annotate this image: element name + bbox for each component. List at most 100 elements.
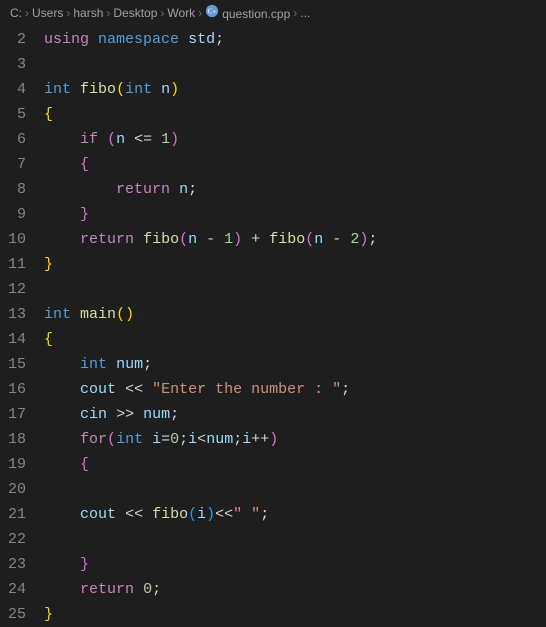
line-number-gutter: 2345678910111213141516171819202122232425 [0, 25, 44, 627]
token [44, 581, 80, 598]
line-number: 6 [8, 127, 26, 152]
token: "Enter the number : " [152, 381, 341, 398]
token [143, 506, 152, 523]
token [89, 31, 98, 48]
breadcrumb-item[interactable]: Desktop [113, 6, 157, 20]
editor-area[interactable]: 2345678910111213141516171819202122232425… [0, 25, 546, 627]
code-line[interactable]: if (n <= 1) [44, 127, 546, 152]
token: return [116, 181, 170, 198]
token: namespace [98, 31, 179, 48]
line-number: 23 [8, 552, 26, 577]
breadcrumb-item[interactable]: C: [10, 6, 22, 20]
token: ; [368, 231, 377, 248]
token: main [80, 306, 116, 323]
token: int [116, 431, 143, 448]
token [116, 381, 125, 398]
token: cin [80, 406, 107, 423]
code-line[interactable]: { [44, 327, 546, 352]
token [215, 231, 224, 248]
token: n [314, 231, 323, 248]
token: i [242, 431, 251, 448]
token: = [161, 431, 170, 448]
token: n [116, 131, 125, 148]
token: } [44, 606, 53, 623]
token: - [332, 231, 341, 248]
token: for [80, 431, 107, 448]
code-line[interactable]: for(int i=0;i<num;i++) [44, 427, 546, 452]
code-line[interactable]: return n; [44, 177, 546, 202]
code-line[interactable]: using namespace std; [44, 27, 546, 52]
code-line[interactable] [44, 477, 546, 502]
breadcrumb-item[interactable]: Users [32, 6, 63, 20]
breadcrumb-item[interactable]: harsh [73, 6, 103, 20]
breadcrumb-item[interactable]: Work [167, 6, 195, 20]
breadcrumb-label: question.cpp [222, 7, 290, 21]
token [134, 406, 143, 423]
code-line[interactable]: } [44, 552, 546, 577]
code-line[interactable]: { [44, 452, 546, 477]
token [152, 81, 161, 98]
code-line[interactable]: { [44, 152, 546, 177]
code-line[interactable]: { [44, 102, 546, 127]
token [107, 356, 116, 373]
line-number: 7 [8, 152, 26, 177]
breadcrumb-label: C: [10, 6, 22, 20]
breadcrumb-item[interactable]: C+question.cpp [205, 4, 290, 21]
token: ; [170, 406, 179, 423]
breadcrumb[interactable]: C:›Users›harsh›Desktop›Work›C+question.c… [0, 0, 546, 25]
token: num [206, 431, 233, 448]
line-number: 17 [8, 402, 26, 427]
token [134, 231, 143, 248]
token [179, 31, 188, 48]
token: return [80, 581, 134, 598]
token: ( [179, 231, 188, 248]
token: std [188, 31, 215, 48]
token: int [125, 81, 152, 98]
breadcrumb-label: Work [167, 6, 195, 20]
token: } [44, 256, 53, 273]
token [44, 506, 80, 523]
token [170, 181, 179, 198]
token [71, 81, 80, 98]
code-line[interactable]: } [44, 252, 546, 277]
breadcrumb-item[interactable]: ... [300, 6, 310, 20]
token [341, 231, 350, 248]
token: ; [341, 381, 350, 398]
token: << [125, 506, 143, 523]
token: int [44, 306, 71, 323]
code-line[interactable]: cout << "Enter the number : "; [44, 377, 546, 402]
token: { [80, 456, 89, 473]
token: i [152, 431, 161, 448]
code-line[interactable] [44, 527, 546, 552]
code-line[interactable]: } [44, 602, 546, 627]
token [44, 206, 80, 223]
token [197, 231, 206, 248]
token: { [44, 106, 53, 123]
code-line[interactable]: int main() [44, 302, 546, 327]
code-line[interactable]: } [44, 202, 546, 227]
line-number: 12 [8, 277, 26, 302]
token: 1 [161, 131, 170, 148]
code-line[interactable]: cout << fibo(i)<<" "; [44, 502, 546, 527]
code-line[interactable] [44, 277, 546, 302]
token: < [197, 431, 206, 448]
token: ( [116, 306, 125, 323]
token: - [206, 231, 215, 248]
token: " " [233, 506, 260, 523]
token: ( [116, 81, 125, 98]
code-line[interactable]: int num; [44, 352, 546, 377]
code-line[interactable]: return fibo(n - 1) + fibo(n - 2); [44, 227, 546, 252]
code-line[interactable]: int fibo(int n) [44, 77, 546, 102]
code-content[interactable]: using namespace std; int fibo(int n){ if… [44, 25, 546, 627]
code-line[interactable]: return 0; [44, 577, 546, 602]
token: + [251, 231, 260, 248]
token: 0 [143, 581, 152, 598]
token: <= [134, 131, 152, 148]
token [44, 131, 80, 148]
token [44, 231, 80, 248]
code-line[interactable] [44, 52, 546, 77]
token: if [80, 131, 98, 148]
token [134, 581, 143, 598]
code-line[interactable]: cin >> num; [44, 402, 546, 427]
token: n [188, 231, 197, 248]
